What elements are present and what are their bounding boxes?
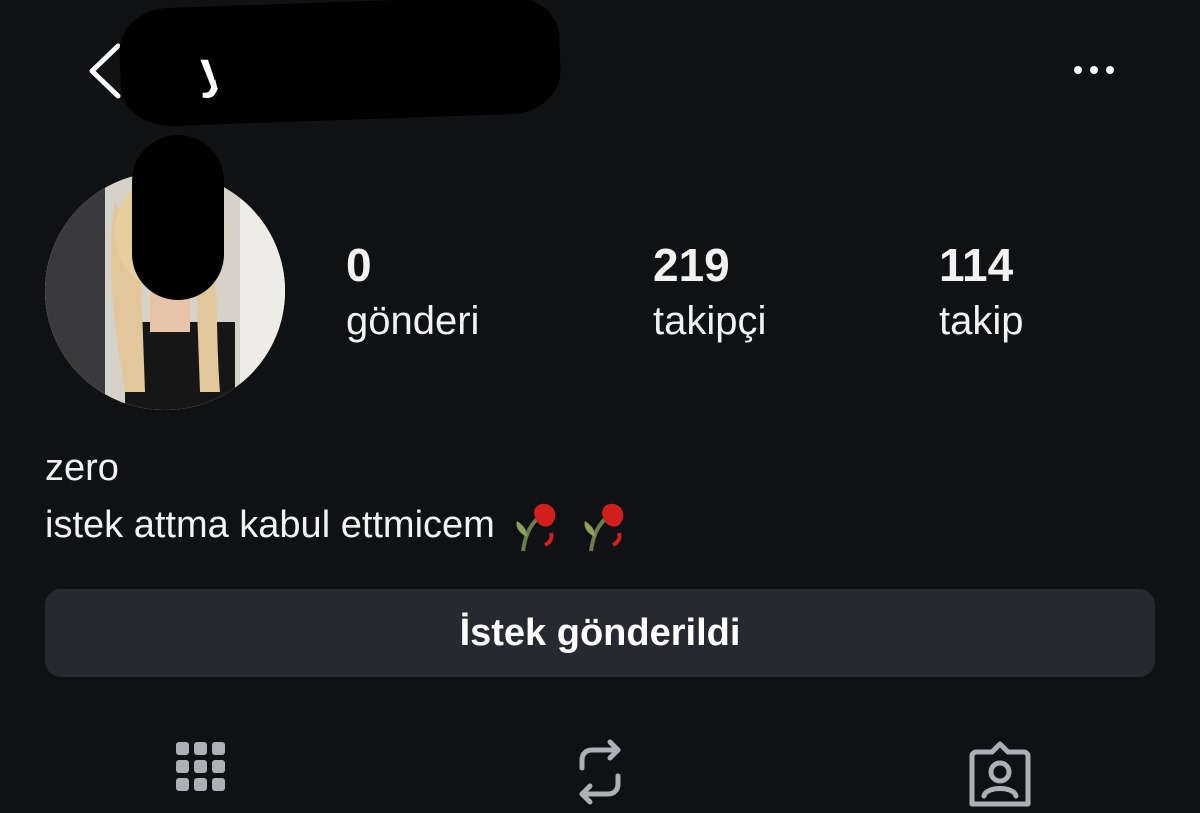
redaction-mark	[215, 28, 505, 114]
bio-text: istek attma kabul ettmicem	[45, 503, 495, 546]
request-sent-button[interactable]: İstek gönderildi	[45, 589, 1155, 677]
stat-posts[interactable]: 0 gönderi	[346, 238, 479, 350]
profile-header: y ce	[0, 0, 1200, 140]
stat-label: gönderi	[346, 299, 480, 343]
more-options-button[interactable]	[1062, 52, 1126, 88]
wilted-rose-icon	[584, 503, 624, 552]
stat-value: 114	[939, 239, 1014, 291]
redaction-mark	[132, 135, 224, 300]
bio-text-row: istek attma kabul ettmicem	[45, 497, 631, 553]
tagged-icon	[969, 741, 1031, 807]
bio-name: zero	[45, 447, 119, 489]
repost-icon	[579, 739, 621, 805]
stat-value: 219	[653, 239, 730, 291]
request-sent-label: İstek gönderildi	[459, 611, 741, 654]
grid-icon	[176, 742, 225, 791]
more-horizontal-icon	[1074, 66, 1114, 74]
wilted-rose-icon	[516, 503, 556, 552]
stat-label: takip	[939, 299, 1024, 343]
stat-followers[interactable]: 219 takipçi	[653, 238, 766, 350]
tab-posts[interactable]	[174, 738, 228, 813]
stat-label: takipçi	[653, 299, 767, 343]
tab-tagged[interactable]	[968, 738, 1032, 813]
tab-reposts[interactable]	[572, 738, 628, 813]
stat-following[interactable]: 114 takip	[939, 238, 1024, 350]
stat-value: 0	[346, 239, 372, 291]
